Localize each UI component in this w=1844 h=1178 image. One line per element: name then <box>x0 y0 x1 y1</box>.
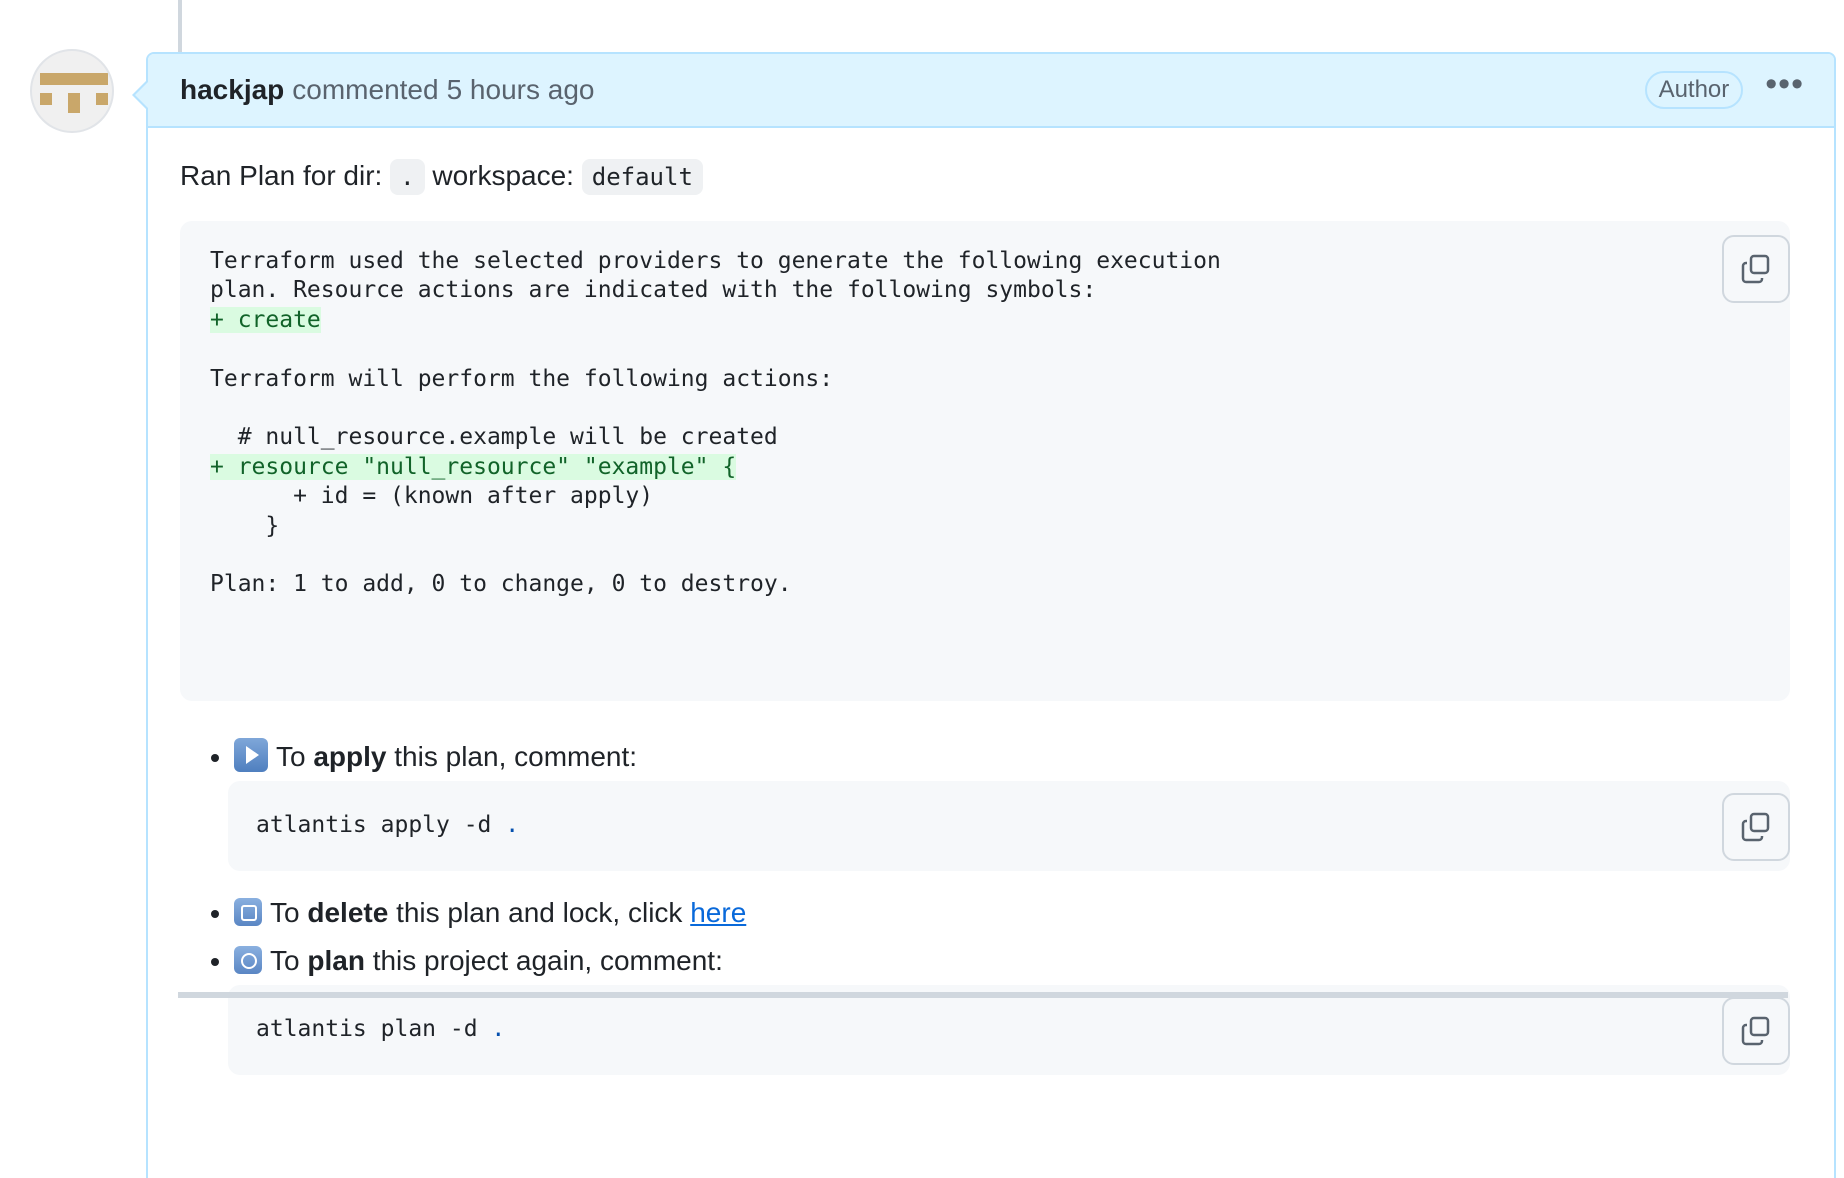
plan-intro: Ran Plan for dir: . workspace: default <box>180 156 1802 197</box>
comment-body: Ran Plan for dir: . workspace: default T… <box>148 128 1834 1075</box>
apply-prefix: To <box>276 741 306 772</box>
copy-plan-button[interactable] <box>1722 235 1790 303</box>
delete-prefix: To <box>270 897 300 928</box>
apply-verb: apply <box>313 741 387 772</box>
copy-plan-command-button[interactable] <box>1722 997 1790 1065</box>
delete-verb: delete <box>307 897 389 928</box>
plan-line: plan. Resource actions are indicated wit… <box>210 277 1097 304</box>
intro-prefix: Ran Plan for dir: <box>180 160 383 191</box>
comment-caret-fill <box>135 82 148 108</box>
plan-line: + id = (known after apply) <box>210 483 654 510</box>
plan-line: Terraform will perform the following act… <box>210 365 834 392</box>
plan-line: # null_resource.example will be created <box>210 424 778 451</box>
plan-line: Plan: 1 to add, 0 to change, 0 to destro… <box>210 571 792 598</box>
plan-output-block: Terraform used the selected providers to… <box>180 221 1790 701</box>
plan-prefix: To <box>270 945 300 976</box>
plan-line: } <box>210 512 280 539</box>
avatar-shape <box>68 93 80 113</box>
timeline-line <box>178 0 182 52</box>
apply-command: atlantis apply -d . <box>256 811 519 840</box>
plan-output: Terraform used the selected providers to… <box>210 247 1760 600</box>
page: hackjap commented 5 hours ago Author •••… <box>0 0 1844 1178</box>
delete-action-item: To delete this plan and lock, click here <box>234 889 1802 937</box>
avatar-shape <box>96 93 108 105</box>
plan-verb: plan <box>307 945 365 976</box>
comment-header: hackjap commented 5 hours ago Author ••• <box>132 54 1834 128</box>
apply-suffix: this plan, comment: <box>394 741 638 772</box>
apply-command-text: atlantis apply -d <box>256 812 492 839</box>
comment-card: hackjap commented 5 hours ago Author •••… <box>132 52 1836 1178</box>
play-button-emoji <box>234 738 268 772</box>
plan-command: atlantis plan -d . <box>256 1015 505 1044</box>
kebab-horizontal-icon[interactable]: ••• <box>1765 67 1804 113</box>
delete-suffix: this plan and lock, click <box>396 897 683 928</box>
commented-label: commented <box>292 74 439 105</box>
copy-icon <box>1741 812 1770 842</box>
plan-line: Terraform used the selected providers to… <box>210 248 1221 274</box>
plan-command-block: atlantis plan -d . <box>228 985 1790 1075</box>
plan-command-arg: . <box>491 1016 506 1043</box>
author-link[interactable]: hackjap <box>180 74 284 106</box>
section-divider <box>178 992 1788 998</box>
plan-actions-list: To apply this plan, comment: atlantis ap… <box>180 733 1802 1075</box>
plan-line-add: + resource "null_resource" "example" { <box>210 453 737 480</box>
wastebasket-emoji <box>234 898 262 926</box>
avatar[interactable] <box>30 49 114 133</box>
copy-apply-command-button[interactable] <box>1722 793 1790 861</box>
plan-action-item: To plan this project again, comment: atl… <box>228 937 1802 1075</box>
header-actions: Author ••• <box>1644 67 1804 113</box>
plan-suffix: this project again, comment: <box>372 945 723 976</box>
copy-icon <box>1741 1016 1770 1046</box>
apply-command-block: atlantis apply -d . <box>228 781 1790 871</box>
workspace-code: default <box>581 159 703 195</box>
apply-action-item: To apply this plan, comment: atlantis ap… <box>228 733 1802 871</box>
repeat-emoji <box>234 946 262 974</box>
plan-line-add: + create <box>210 306 321 333</box>
avatar-shape <box>40 73 108 85</box>
avatar-shape <box>40 93 52 105</box>
author-badge: Author <box>1644 71 1744 109</box>
delete-lock-link[interactable]: here <box>690 897 746 928</box>
apply-command-arg: . <box>505 812 520 839</box>
plan-command-text: atlantis plan -d <box>256 1016 478 1043</box>
copy-icon <box>1741 254 1770 284</box>
workspace-label: workspace: <box>432 160 574 191</box>
comment-timestamp[interactable]: 5 hours ago <box>447 74 595 106</box>
dir-code: . <box>390 159 425 195</box>
